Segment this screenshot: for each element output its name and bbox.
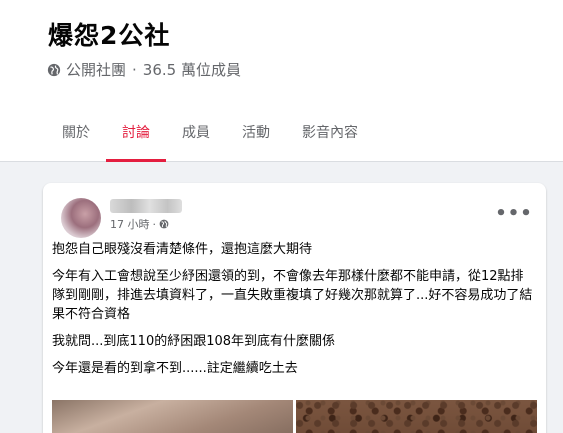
group-privacy: 公開社團: [66, 61, 127, 79]
group-header: 爆怨2公社 公開社團 · 36.5 萬位成員 關於 討論 成員 活動 影音內容: [0, 0, 563, 162]
post-paragraph: 抱怨自己眼殘沒看清楚條件，還抱這麼大期待: [52, 242, 313, 257]
tab-discussion[interactable]: 討論: [106, 112, 166, 162]
tab-events[interactable]: 活動: [226, 112, 286, 162]
tab-about[interactable]: 關於: [48, 112, 106, 162]
post-paragraph: 今年還是看的到拿不到......註定繼續吃土去: [52, 361, 298, 376]
group-tabs: 關於 討論 成員 活動 影音內容: [48, 112, 374, 162]
tab-media[interactable]: 影音內容: [286, 112, 374, 162]
meta-separator: ·: [152, 217, 157, 231]
poster-name-blurred[interactable]: [110, 199, 182, 213]
group-title[interactable]: 爆怨2公社: [48, 16, 170, 52]
post-photo-right[interactable]: [296, 400, 537, 433]
meta-separator: ·: [132, 60, 137, 79]
avatar[interactable]: [61, 198, 101, 238]
post-card: 17 小時 · ••• 抱怨自己眼殘沒看清楚條件，還抱這麼大期待 今年有入工會想…: [43, 183, 546, 433]
more-options-icon[interactable]: •••: [495, 199, 532, 227]
post-paragraph: 我就問...到底110的紓困跟108年到底有什麼關係: [52, 334, 336, 349]
globe-icon: [159, 219, 169, 229]
tab-members[interactable]: 成員: [166, 112, 226, 162]
post-paragraph: 今年有入工會想說至少紓困還領的到，不會像去年那樣什麼都不能申請，從12點排隊到剛…: [52, 269, 533, 322]
post-meta: 17 小時 ·: [110, 216, 169, 232]
group-member-count[interactable]: 36.5 萬位成員: [143, 59, 241, 80]
globe-icon: [47, 63, 61, 76]
post-text: 抱怨自己眼殘沒看清楚條件，還抱這麼大期待 今年有入工會想說至少紓困還領的到，不會…: [52, 240, 534, 386]
group-meta: 公開社團 · 36.5 萬位成員: [47, 59, 241, 80]
post-photo-left[interactable]: [52, 400, 293, 433]
post-timestamp[interactable]: 17 小時: [110, 216, 150, 232]
